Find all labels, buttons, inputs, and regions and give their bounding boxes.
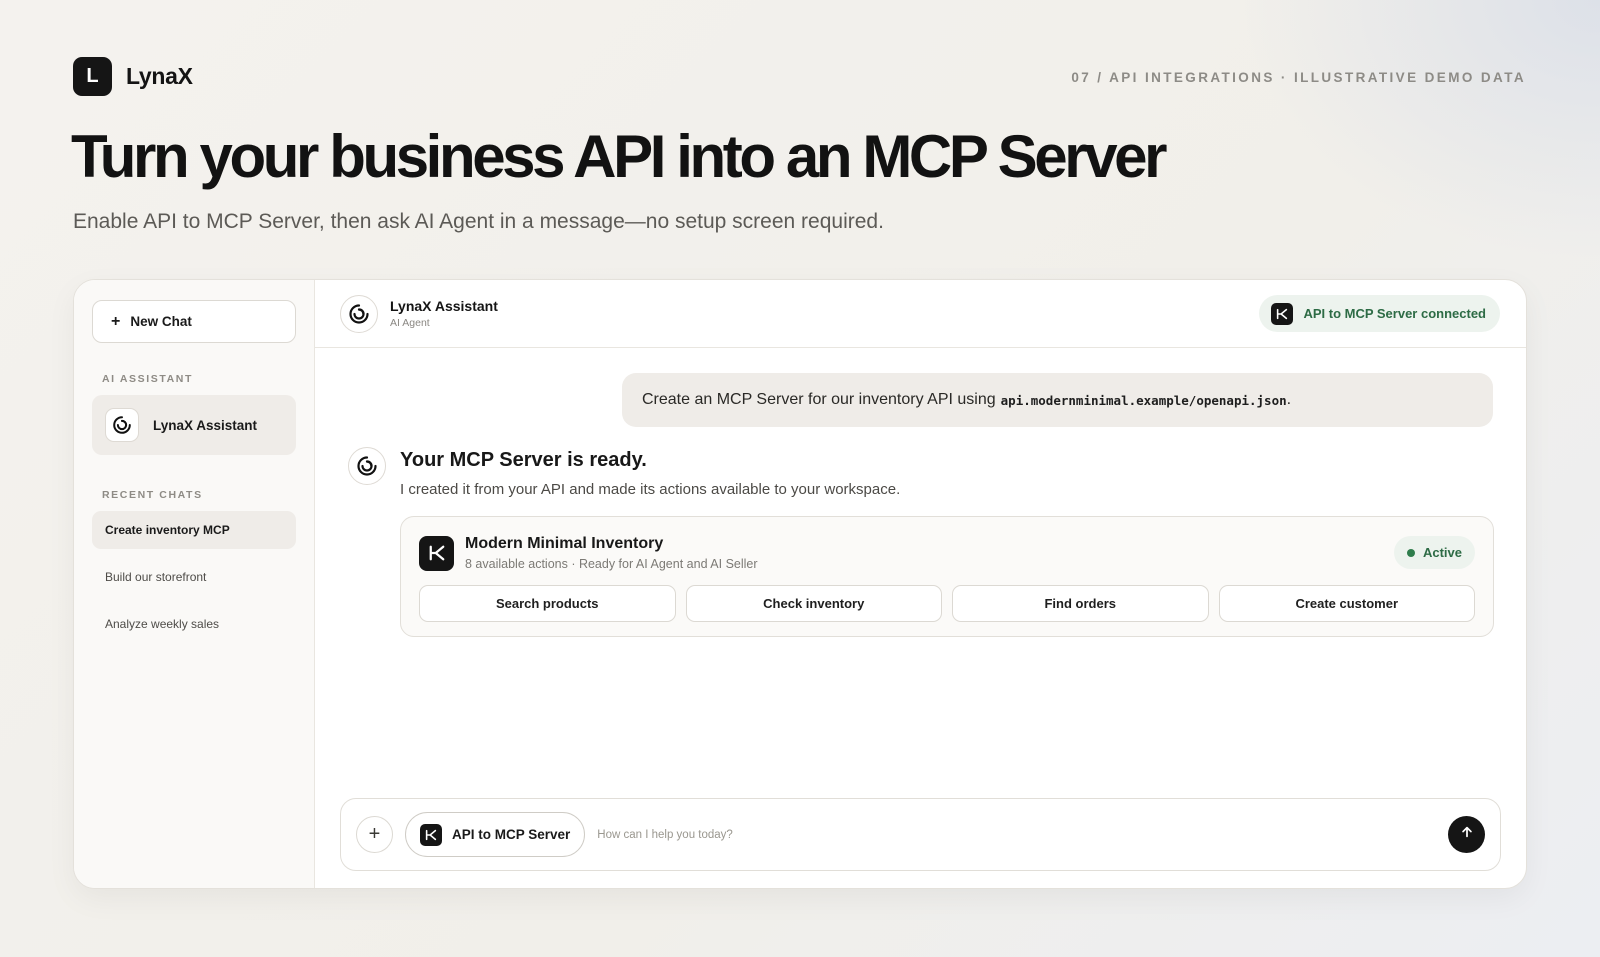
connection-status-label: API to MCP Server connected — [1303, 306, 1486, 321]
server-name: Modern Minimal Inventory — [465, 535, 664, 552]
assistant-message-body: I created it from your API and made its … — [400, 481, 901, 498]
status-dot-icon — [1406, 548, 1415, 557]
section-eyebrow: 07 / API INTEGRATIONS · ILLUSTRATIVE DEM… — [1071, 70, 1526, 85]
recent-chat-item[interactable]: Create inventory MCP — [92, 511, 296, 549]
recent-chats-label: RECENT CHATS — [102, 489, 203, 501]
recent-chats-list: Create inventory MCP Build our storefron… — [92, 511, 296, 643]
api-to-mcp-tool-chip[interactable]: API to MCP Server — [405, 812, 586, 857]
background-glow — [1240, 0, 1600, 260]
page-headline: Turn your business API into an MCP Serve… — [71, 123, 1167, 190]
server-logo-icon — [419, 535, 454, 571]
mcp-icon — [420, 823, 442, 846]
sidebar: + New Chat AI ASSISTANT LynaX Assistant … — [74, 280, 315, 888]
attach-button[interactable]: + — [356, 816, 393, 853]
agent-role: AI Agent — [390, 317, 430, 329]
user-message: Create an MCP Server for our inventory A… — [622, 373, 1493, 427]
arrow-up-icon — [1460, 825, 1474, 844]
user-message-trailing: . — [1286, 391, 1292, 408]
sidebar-item-assistant[interactable]: LynaX Assistant — [92, 395, 296, 455]
user-message-text: Create an MCP Server for our inventory A… — [642, 391, 996, 408]
message-input[interactable] — [597, 828, 1448, 841]
mcp-server-card: Modern Minimal Inventory 8 available act… — [400, 516, 1494, 637]
assistant-message-title: Your MCP Server is ready. — [400, 449, 647, 471]
action-check-inventory-button[interactable]: Check inventory — [685, 585, 942, 622]
brand-logo[interactable]: L LynaX — [73, 57, 193, 96]
recent-chat-item[interactable]: Analyze weekly sales — [92, 605, 296, 643]
assistant-section-label: AI ASSISTANT — [102, 373, 193, 385]
chat-header: LynaX Assistant AI Agent API to MCP Serv… — [315, 280, 1526, 348]
server-card-header: Modern Minimal Inventory 8 available act… — [419, 535, 1475, 571]
agent-avatar-icon — [340, 294, 378, 333]
server-status-badge: Active — [1393, 536, 1475, 569]
plus-icon: + — [111, 312, 121, 330]
recent-chat-item[interactable]: Build our storefront — [92, 558, 296, 596]
assistant-avatar-icon — [348, 447, 386, 485]
chat-main: LynaX Assistant AI Agent API to MCP Serv… — [315, 280, 1526, 888]
send-button[interactable] — [1448, 816, 1485, 853]
page-subheading: Enable API to MCP Server, then ask AI Ag… — [73, 210, 884, 233]
action-find-orders-button[interactable]: Find orders — [952, 585, 1209, 622]
swirl-logo-icon — [105, 408, 139, 442]
message-composer: + API to MCP Server — [340, 798, 1501, 871]
logo-mark-icon: L — [73, 57, 112, 96]
server-status-label: Active — [1422, 545, 1462, 560]
agent-name: LynaX Assistant — [390, 298, 498, 314]
new-chat-label: New Chat — [130, 314, 192, 329]
chat-app-window: + New Chat AI ASSISTANT LynaX Assistant … — [73, 279, 1527, 889]
tool-chip-label: API to MCP Server — [452, 827, 571, 842]
sidebar-assistant-name: LynaX Assistant — [153, 417, 258, 433]
agent-identity: LynaX Assistant AI Agent — [340, 294, 498, 333]
brand-name: LynaX — [126, 63, 193, 89]
server-actions: Search products Check inventory Find ord… — [419, 585, 1475, 622]
new-chat-button[interactable]: + New Chat — [92, 300, 296, 343]
server-meta: 8 available actions · Ready for AI Agent… — [465, 557, 758, 571]
plus-icon: + — [368, 823, 381, 845]
action-search-products-button[interactable]: Search products — [419, 585, 676, 622]
user-message-code: api.modernminimal.example/openapi.json — [1000, 392, 1287, 408]
action-create-customer-button[interactable]: Create customer — [1218, 585, 1475, 622]
connection-status-badge[interactable]: API to MCP Server connected — [1259, 295, 1500, 332]
mcp-icon — [1271, 302, 1294, 325]
